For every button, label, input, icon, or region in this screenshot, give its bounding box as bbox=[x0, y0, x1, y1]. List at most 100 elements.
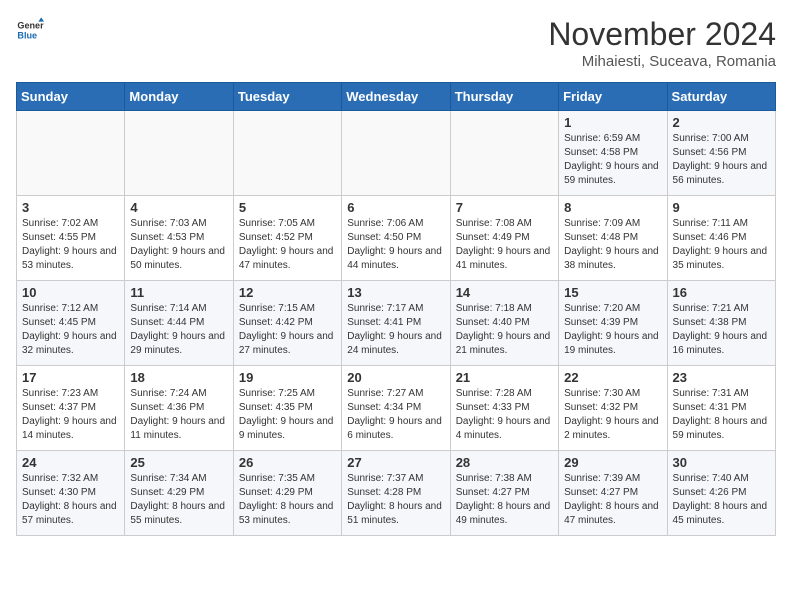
day-info: Sunrise: 7:11 AM Sunset: 4:46 PM Dayligh… bbox=[673, 217, 770, 273]
calendar-cell: 22 Sunrise: 7:30 AM Sunset: 4:32 PM Dayli… bbox=[559, 366, 667, 451]
day-info: Sunrise: 7:09 AM Sunset: 4:48 PM Dayligh… bbox=[564, 217, 661, 273]
day-info: Sunrise: 7:35 AM Sunset: 4:29 PM Dayligh… bbox=[239, 472, 336, 528]
calendar-cell: 18 Sunrise: 7:24 AM Sunset: 4:36 PM Dayli… bbox=[125, 366, 233, 451]
calendar-cell: 4 Sunrise: 7:03 AM Sunset: 4:53 PM Daylig… bbox=[125, 196, 233, 281]
day-number: 5 bbox=[239, 200, 336, 215]
calendar-cell bbox=[342, 111, 450, 196]
day-header-thursday: Thursday bbox=[450, 83, 558, 111]
calendar-week-1: 1 Sunrise: 6:59 AM Sunset: 4:58 PM Daylig… bbox=[17, 111, 776, 196]
day-header-friday: Friday bbox=[559, 83, 667, 111]
day-info: Sunrise: 7:30 AM Sunset: 4:32 PM Dayligh… bbox=[564, 387, 661, 443]
calendar-cell bbox=[233, 111, 341, 196]
day-info: Sunrise: 7:24 AM Sunset: 4:36 PM Dayligh… bbox=[130, 387, 227, 443]
calendar-cell: 20 Sunrise: 7:27 AM Sunset: 4:34 PM Dayli… bbox=[342, 366, 450, 451]
day-number: 14 bbox=[456, 285, 553, 300]
day-header-saturday: Saturday bbox=[667, 83, 775, 111]
calendar-table: SundayMondayTuesdayWednesdayThursdayFrid… bbox=[16, 82, 776, 536]
calendar-cell: 26Sunrise: 7:35 AM Sunset: 4:29 PM Dayli… bbox=[233, 451, 341, 536]
day-number: 19 bbox=[239, 370, 336, 385]
calendar-cell: 17 Sunrise: 7:23 AM Sunset: 4:37 PM Dayli… bbox=[17, 366, 125, 451]
calendar-cell: 23 Sunrise: 7:31 AM Sunset: 4:31 PM Dayli… bbox=[667, 366, 775, 451]
calendar-cell: 21Sunrise: 7:28 AM Sunset: 4:33 PM Dayli… bbox=[450, 366, 558, 451]
day-header-monday: Monday bbox=[125, 83, 233, 111]
calendar-cell: 19 Sunrise: 7:25 AM Sunset: 4:35 PM Dayli… bbox=[233, 366, 341, 451]
day-header-sunday: Sunday bbox=[17, 83, 125, 111]
day-number: 2 bbox=[673, 115, 770, 130]
day-info: Sunrise: 7:14 AM Sunset: 4:44 PM Dayligh… bbox=[130, 302, 227, 358]
day-number: 13 bbox=[347, 285, 444, 300]
day-info: Sunrise: 6:59 AM Sunset: 4:58 PM Dayligh… bbox=[564, 132, 661, 188]
logo-icon: General Blue bbox=[16, 16, 44, 44]
day-number: 30 bbox=[673, 455, 770, 470]
calendar-cell: 11 Sunrise: 7:14 AM Sunset: 4:44 PM Dayli… bbox=[125, 281, 233, 366]
day-number: 24 bbox=[22, 455, 119, 470]
day-info: Sunrise: 7:03 AM Sunset: 4:53 PM Dayligh… bbox=[130, 217, 227, 273]
calendar-cell: 8Sunrise: 7:09 AM Sunset: 4:48 PM Daylig… bbox=[559, 196, 667, 281]
day-number: 29 bbox=[564, 455, 661, 470]
day-info: Sunrise: 7:34 AM Sunset: 4:29 PM Dayligh… bbox=[130, 472, 227, 528]
day-info: Sunrise: 7:00 AM Sunset: 4:56 PM Dayligh… bbox=[673, 132, 770, 188]
day-info: Sunrise: 7:31 AM Sunset: 4:31 PM Dayligh… bbox=[673, 387, 770, 443]
day-number: 22 bbox=[564, 370, 661, 385]
header: General Blue November 2024 Mihaiesti, Su… bbox=[16, 16, 776, 70]
calendar-cell: 14 Sunrise: 7:18 AM Sunset: 4:40 PM Dayli… bbox=[450, 281, 558, 366]
day-info: Sunrise: 7:17 AM Sunset: 4:41 PM Dayligh… bbox=[347, 302, 444, 358]
day-info: Sunrise: 7:18 AM Sunset: 4:40 PM Dayligh… bbox=[456, 302, 553, 358]
day-info: Sunrise: 7:05 AM Sunset: 4:52 PM Dayligh… bbox=[239, 217, 336, 273]
day-number: 25 bbox=[130, 455, 227, 470]
day-info: Sunrise: 7:12 AM Sunset: 4:45 PM Dayligh… bbox=[22, 302, 119, 358]
calendar-cell: 5 Sunrise: 7:05 AM Sunset: 4:52 PM Daylig… bbox=[233, 196, 341, 281]
svg-text:Blue: Blue bbox=[17, 30, 37, 40]
day-info: Sunrise: 7:32 AM Sunset: 4:30 PM Dayligh… bbox=[22, 472, 119, 528]
calendar-cell: 7Sunrise: 7:08 AM Sunset: 4:49 PM Daylig… bbox=[450, 196, 558, 281]
day-number: 27 bbox=[347, 455, 444, 470]
day-number: 11 bbox=[130, 285, 227, 300]
day-number: 12 bbox=[239, 285, 336, 300]
day-info: Sunrise: 7:15 AM Sunset: 4:42 PM Dayligh… bbox=[239, 302, 336, 358]
calendar-cell: 3Sunrise: 7:02 AM Sunset: 4:55 PM Daylig… bbox=[17, 196, 125, 281]
day-number: 21 bbox=[456, 370, 553, 385]
month-title: November 2024 bbox=[548, 16, 776, 53]
day-number: 15 bbox=[564, 285, 661, 300]
svg-text:General: General bbox=[17, 21, 44, 31]
day-number: 23 bbox=[673, 370, 770, 385]
calendar-cell: 12 Sunrise: 7:15 AM Sunset: 4:42 PM Dayli… bbox=[233, 281, 341, 366]
calendar-cell: 25 Sunrise: 7:34 AM Sunset: 4:29 PM Dayli… bbox=[125, 451, 233, 536]
calendar-cell: 27 Sunrise: 7:37 AM Sunset: 4:28 PM Dayli… bbox=[342, 451, 450, 536]
day-info: Sunrise: 7:06 AM Sunset: 4:50 PM Dayligh… bbox=[347, 217, 444, 273]
day-number: 28 bbox=[456, 455, 553, 470]
calendar-cell: 10Sunrise: 7:12 AM Sunset: 4:45 PM Dayli… bbox=[17, 281, 125, 366]
day-number: 1 bbox=[564, 115, 661, 130]
calendar-cell: 29 Sunrise: 7:39 AM Sunset: 4:27 PM Dayli… bbox=[559, 451, 667, 536]
day-info: Sunrise: 7:21 AM Sunset: 4:38 PM Dayligh… bbox=[673, 302, 770, 358]
calendar-cell: 28Sunrise: 7:38 AM Sunset: 4:27 PM Dayli… bbox=[450, 451, 558, 536]
calendar-cell: 1 Sunrise: 6:59 AM Sunset: 4:58 PM Daylig… bbox=[559, 111, 667, 196]
day-info: Sunrise: 7:37 AM Sunset: 4:28 PM Dayligh… bbox=[347, 472, 444, 528]
calendar-cell: 30 Sunrise: 7:40 AM Sunset: 4:26 PM Dayli… bbox=[667, 451, 775, 536]
calendar-week-3: 10Sunrise: 7:12 AM Sunset: 4:45 PM Dayli… bbox=[17, 281, 776, 366]
calendar-cell: 2 Sunrise: 7:00 AM Sunset: 4:56 PM Daylig… bbox=[667, 111, 775, 196]
day-number: 4 bbox=[130, 200, 227, 215]
calendar-week-4: 17 Sunrise: 7:23 AM Sunset: 4:37 PM Dayli… bbox=[17, 366, 776, 451]
day-info: Sunrise: 7:08 AM Sunset: 4:49 PM Dayligh… bbox=[456, 217, 553, 273]
day-info: Sunrise: 7:25 AM Sunset: 4:35 PM Dayligh… bbox=[239, 387, 336, 443]
day-header-wednesday: Wednesday bbox=[342, 83, 450, 111]
day-info: Sunrise: 7:39 AM Sunset: 4:27 PM Dayligh… bbox=[564, 472, 661, 528]
day-number: 16 bbox=[673, 285, 770, 300]
day-info: Sunrise: 7:23 AM Sunset: 4:37 PM Dayligh… bbox=[22, 387, 119, 443]
calendar-cell bbox=[125, 111, 233, 196]
day-info: Sunrise: 7:02 AM Sunset: 4:55 PM Dayligh… bbox=[22, 217, 119, 273]
day-info: Sunrise: 7:40 AM Sunset: 4:26 PM Dayligh… bbox=[673, 472, 770, 528]
calendar-body: 1 Sunrise: 6:59 AM Sunset: 4:58 PM Daylig… bbox=[17, 111, 776, 536]
calendar-cell: 13 Sunrise: 7:17 AM Sunset: 4:41 PM Dayli… bbox=[342, 281, 450, 366]
calendar-week-5: 24 Sunrise: 7:32 AM Sunset: 4:30 PM Dayli… bbox=[17, 451, 776, 536]
day-number: 20 bbox=[347, 370, 444, 385]
day-info: Sunrise: 7:27 AM Sunset: 4:34 PM Dayligh… bbox=[347, 387, 444, 443]
day-number: 6 bbox=[347, 200, 444, 215]
title-area: November 2024 Mihaiesti, Suceava, Romani… bbox=[548, 16, 776, 70]
day-number: 18 bbox=[130, 370, 227, 385]
calendar-cell bbox=[17, 111, 125, 196]
day-number: 9 bbox=[673, 200, 770, 215]
day-number: 17 bbox=[22, 370, 119, 385]
day-info: Sunrise: 7:20 AM Sunset: 4:39 PM Dayligh… bbox=[564, 302, 661, 358]
